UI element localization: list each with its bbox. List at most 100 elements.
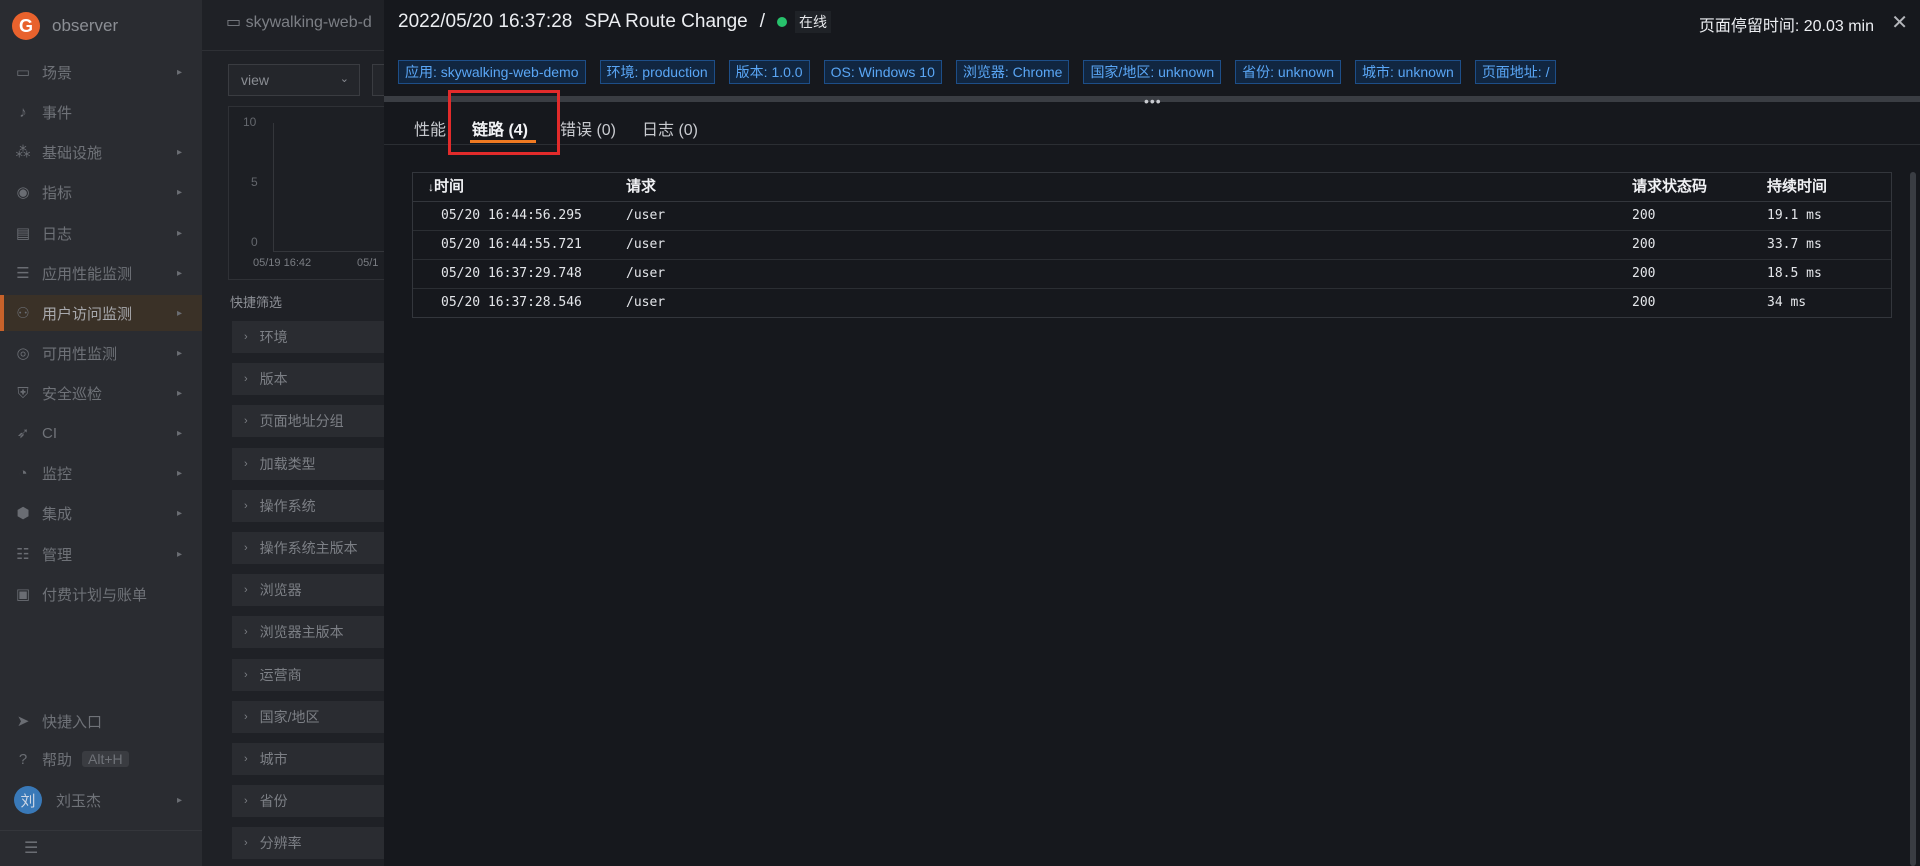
cell-duration: 18.5 ms — [1767, 266, 1822, 281]
nav-label: 事件 — [42, 104, 73, 122]
tab-errors[interactable]: 错误 (0) — [560, 116, 616, 140]
status-dot-icon — [777, 17, 787, 27]
status-badge: 在线 — [795, 11, 831, 33]
tag-browser[interactable]: 浏览器: Chrome — [955, 60, 1070, 84]
column-header-time[interactable]: ↓时间 — [428, 173, 464, 201]
filter-label: 浏览器主版本 — [259, 624, 344, 641]
chevron-right-icon: ▸ — [176, 467, 182, 479]
x-tick: 05/1 — [357, 257, 379, 269]
y-tick: 10 — [243, 115, 257, 129]
nav-label: 监控 — [42, 465, 73, 483]
nav-item-scene[interactable]: ▭ 场景 ▸ — [0, 54, 202, 90]
sidebar: G observer ▭ 场景 ▸ ♪ 事件 ⁂ 基础设施 ▸ ◉ 指标 ▸ ▤… — [0, 0, 202, 866]
metrics-icon: ◉ — [16, 184, 30, 201]
nav-item-logs[interactable]: ▤ 日志 ▸ — [0, 215, 202, 251]
tag-app[interactable]: 应用: skywalking-web-demo — [398, 60, 586, 84]
nav-label: 可用性监测 — [42, 345, 118, 363]
nav-item-ci[interactable]: ➶ CI ▸ — [0, 415, 202, 451]
chevron-right-icon: › — [244, 710, 248, 723]
cell-status: 200 — [1632, 208, 1656, 223]
help-icon: ? — [18, 750, 28, 768]
tag-city[interactable]: 城市: unknown — [1354, 60, 1461, 84]
user-menu[interactable]: 刘 刘玉杰 ▸ — [0, 782, 202, 818]
help[interactable]: ? 帮助 Alt+H — [0, 741, 202, 777]
column-header-status: 请求状态码 — [1632, 178, 1708, 195]
cell-request: /user — [626, 266, 666, 281]
cell-duration: 33.7 ms — [1767, 237, 1822, 252]
filter-label: 环境 — [259, 329, 288, 345]
nav-item-availability[interactable]: ◎ 可用性监测 ▸ — [0, 335, 202, 371]
nav-item-infrastructure[interactable]: ⁂ 基础设施 ▸ — [0, 134, 202, 170]
chevron-down-icon: ⌄ — [339, 73, 349, 85]
quick-filter-title: 快捷筛选 — [230, 295, 283, 310]
close-icon[interactable]: ✕ — [1891, 10, 1908, 35]
table-row[interactable]: 05/20 16:44:55.721/user 200 33.7 ms — [413, 231, 1891, 260]
table-row[interactable]: 05/20 16:44:56.295/user 200 19.1 ms — [413, 202, 1891, 231]
vertical-scrollbar[interactable] — [1910, 172, 1916, 866]
tag-country[interactable]: 国家/地区: unknown — [1083, 60, 1222, 84]
nav-item-billing[interactable]: ▣ 付费计划与账单 — [0, 576, 202, 612]
y-tick: 0 — [251, 235, 258, 249]
chevron-right-icon: › — [244, 415, 248, 428]
annotation-highlight-box — [448, 90, 560, 155]
chevron-right-icon: › — [244, 457, 248, 470]
nav-label: 基础设施 — [42, 144, 103, 162]
chevron-right-icon: ▸ — [176, 66, 182, 78]
help-label: 帮助 — [42, 751, 73, 769]
page-tab[interactable]: ▭ skywalking-web-d — [226, 12, 372, 32]
collapse-menu-icon[interactable]: ☰ — [24, 838, 38, 858]
chevron-right-icon: ▸ — [176, 387, 182, 399]
chevron-right-icon: ▸ — [176, 507, 182, 519]
session-detail-drawer: 2022/05/20 16:37:28 SPA Route Change / 在… — [384, 0, 1920, 866]
filter-label: 加载类型 — [259, 455, 316, 472]
cell-time: 05/20 16:44:55.721 — [441, 237, 582, 252]
explorer-panel: ▭ skywalking-web-d view ⌄ 10 5 0 05/19 1… — [202, 0, 413, 866]
nav-label: 安全巡检 — [42, 385, 103, 403]
chevron-right-icon: › — [244, 753, 248, 765]
workspace-name: observer — [52, 16, 119, 35]
tag-os[interactable]: OS: Windows 10 — [823, 60, 942, 84]
nav-item-monitor[interactable]: ◔ 监控 ▸ — [0, 455, 202, 491]
filter-label: 操作系统 — [259, 497, 316, 514]
filter-label: 浏览器 — [259, 582, 302, 599]
nav-item-rum[interactable]: ⚇ 用户访问监测 ▸ — [0, 295, 202, 331]
brand[interactable]: G observer — [12, 10, 118, 42]
tab-performance[interactable]: 性能 — [414, 116, 446, 140]
table-body: 05/20 16:44:56.295/user 200 19.1 ms 05/20 1… — [413, 202, 1891, 317]
monitor-icon: ◔ — [18, 464, 28, 482]
nav-label: 场景 — [42, 64, 73, 82]
tag-env[interactable]: 环境: production — [599, 60, 715, 84]
filter-label: 国家/地区 — [259, 708, 320, 725]
chevron-right-icon: › — [244, 795, 248, 808]
view-select[interactable]: view ⌄ — [228, 64, 360, 96]
chevron-right-icon: ▸ — [176, 347, 182, 359]
filter-label: 操作系统主版本 — [259, 540, 358, 556]
nav-item-apm[interactable]: ☰ 应用性能监测 ▸ — [0, 255, 202, 291]
tab-logs[interactable]: 日志 (0) — [642, 116, 698, 140]
tag-version[interactable]: 版本: 1.0.0 — [728, 60, 810, 84]
chevron-right-icon: › — [244, 626, 248, 639]
chevron-right-icon: ▸ — [176, 794, 182, 806]
nav-item-management[interactable]: ☷ 管理 ▸ — [0, 536, 202, 572]
cell-status: 200 — [1632, 295, 1656, 310]
divider — [202, 50, 384, 51]
nav-item-security[interactable]: ⛨ 安全巡检 ▸ — [0, 375, 202, 411]
tag-province[interactable]: 省份: unknown — [1235, 60, 1341, 84]
nav-item-integration[interactable]: ⬢ 集成 ▸ — [0, 495, 202, 531]
table-row[interactable]: 05/20 16:37:28.546/user 200 34 ms — [413, 289, 1891, 317]
nav-item-metrics[interactable]: ◉ 指标 ▸ — [0, 174, 202, 210]
rocket-icon: ➶ — [16, 425, 30, 442]
tag-page-url[interactable]: 页面地址: / — [1474, 60, 1557, 84]
chevron-right-icon: ▸ — [176, 548, 182, 560]
log-icon: ▤ — [15, 225, 31, 242]
shield-icon: ⛨ — [17, 384, 29, 402]
sidebar-divider — [0, 830, 202, 831]
avatar: 刘 — [14, 786, 42, 814]
chevron-right-icon: › — [244, 584, 248, 597]
attribute-tags: 应用: skywalking-web-demo 环境: production 版… — [398, 60, 1557, 84]
monitor-small-icon: ▭ — [226, 14, 246, 31]
chevron-right-icon: ▸ — [176, 267, 182, 279]
nav-item-events[interactable]: ♪ 事件 — [0, 94, 202, 130]
table-row[interactable]: 05/20 16:37:29.748/user 200 18.5 ms — [413, 260, 1891, 289]
quick-entry[interactable]: ➤ 快捷入口 — [0, 703, 202, 739]
